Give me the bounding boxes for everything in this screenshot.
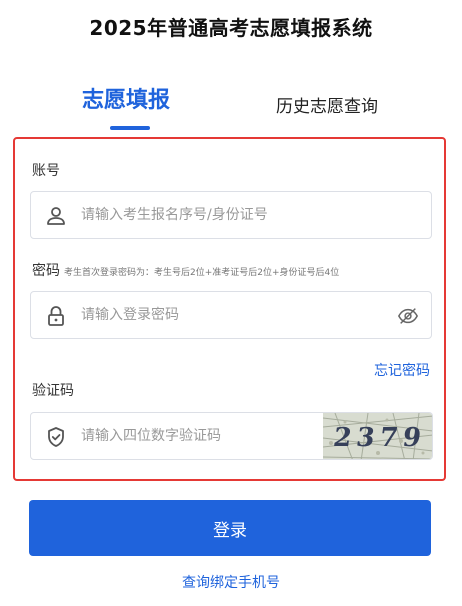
tab-history-query[interactable]: 历史志愿查询 <box>276 92 378 117</box>
account-input[interactable] <box>81 192 381 238</box>
login-form: 账号 密码考生首次登录密码为：考生号后2位+准考证号后2位+身份证号后4位 <box>13 137 446 481</box>
eye-off-icon[interactable] <box>397 305 419 327</box>
login-button[interactable]: 登录 <box>29 500 431 556</box>
page-title: 2025年普通高考志愿填报系统 <box>89 16 373 40</box>
tab-volunteer-fill[interactable]: 志愿填报 <box>82 82 170 114</box>
captcha-field[interactable] <box>30 412 324 460</box>
captcha-label: 验证码 <box>32 383 74 399</box>
lock-icon <box>44 304 68 328</box>
query-bound-phone-link[interactable]: 查询绑定手机号 <box>0 572 462 592</box>
tab-bar: 志愿填报 历史志愿查询 <box>0 86 462 136</box>
active-tab-indicator <box>110 126 150 130</box>
captcha-image[interactable]: 2379 <box>323 412 433 460</box>
shield-check-icon <box>44 425 68 449</box>
captcha-text: 2379 <box>331 422 428 453</box>
captcha-input[interactable] <box>81 413 311 459</box>
password-field[interactable] <box>30 291 432 339</box>
account-field[interactable] <box>30 191 432 239</box>
forgot-password-link[interactable]: 忘记密码 <box>374 360 430 380</box>
user-icon <box>44 204 68 228</box>
password-input[interactable] <box>81 292 381 338</box>
account-label: 账号 <box>32 163 60 179</box>
password-label: 密码 <box>32 263 60 279</box>
password-label-row: 密码 考生首次登录密码为：考生号后2位+准考证号后2位+身份证号后4位 <box>32 260 339 280</box>
password-hint: 考生首次登录密码为：考生号后2位+准考证号后2位+身份证号后4位 <box>64 268 340 278</box>
